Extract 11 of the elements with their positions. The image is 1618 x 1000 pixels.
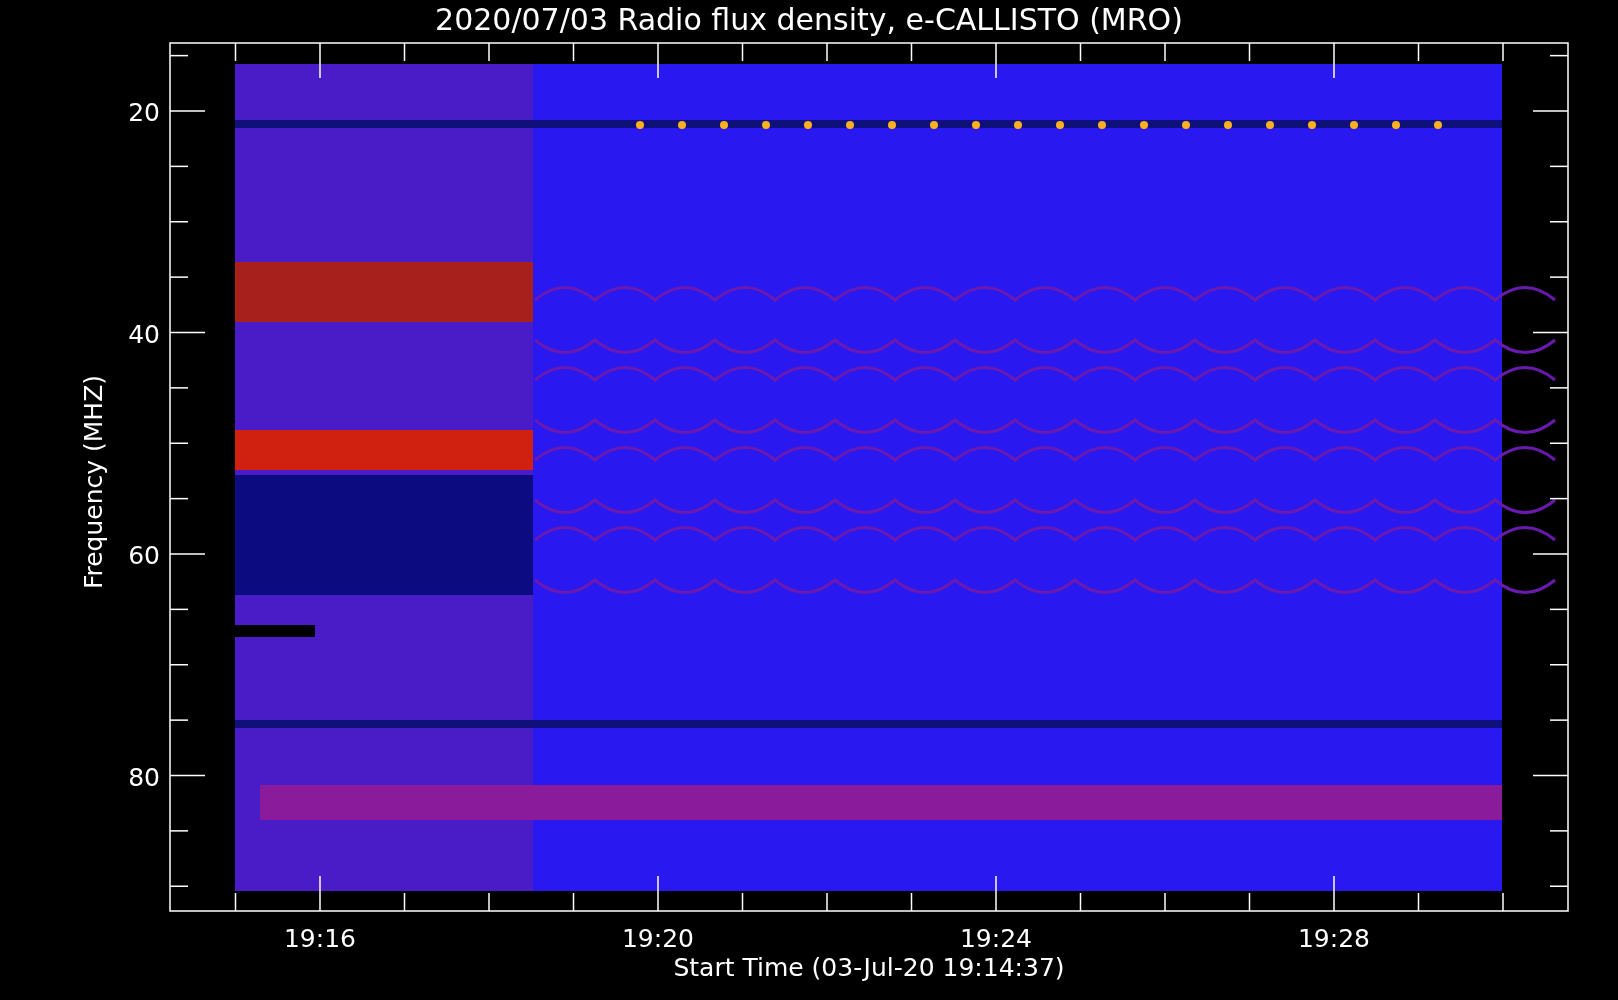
tick-label: 20 [128, 98, 160, 127]
tick-label: 60 [128, 541, 160, 570]
tick-label: 80 [128, 762, 160, 792]
axis-title: Frequency (MHZ) [79, 374, 108, 590]
tick-label: 19:28 [1298, 924, 1370, 953]
tick-label: 19:16 [284, 924, 356, 953]
chart-title: 2020/07/03 Radio flux density, e-CALLISTO (MRO) [435, 2, 1183, 37]
tick-label: 19:20 [622, 924, 694, 953]
tick-label: 19:24 [960, 924, 1032, 953]
tick-label: 40 [128, 319, 160, 349]
axis-title: Start Time (03-Jul-20 19:14:37) [673, 953, 1065, 982]
